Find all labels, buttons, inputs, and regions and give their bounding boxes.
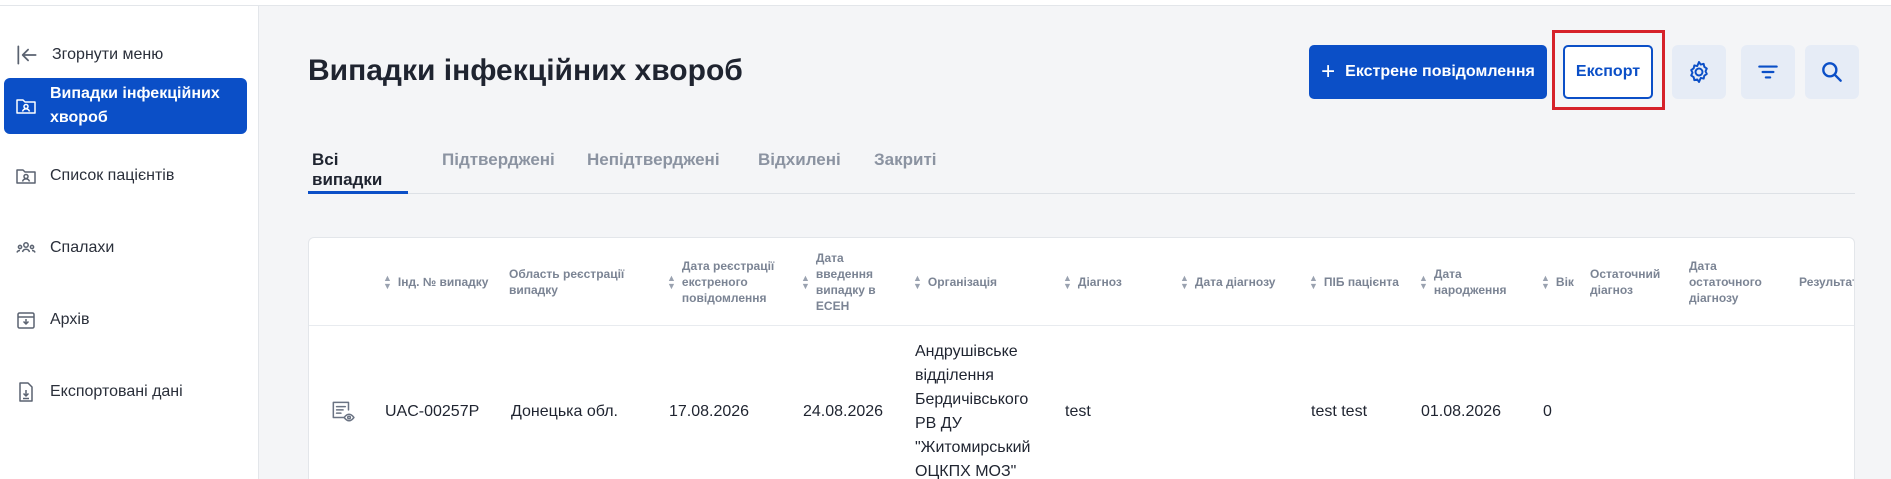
search-icon [1822,62,1842,82]
tab-unconfirmed[interactable]: Непідтверджені [583,146,724,194]
table-header: ▲ ▼ Інд. № випадку Область реєстрації випа… [309,238,1854,326]
column-header-registration-date[interactable]: ▲ ▼ Дата реєстрації екстреного повідомленн… [667,238,777,326]
sort-icon: ▲ ▼ [1541,273,1550,291]
collapse-menu-button[interactable]: Згорнути меню [14,38,163,72]
sidebar: Згорнути меню Випадки інфекційних хвороб… [0,6,259,479]
sort-icon: ▲ ▼ [913,273,922,291]
cell-region: Донецька обл. [511,403,618,420]
sidebar-item-label: Випадки інфекційних хвороб [50,85,220,126]
people-group-icon [16,242,36,253]
sidebar-item-cases[interactable]: Випадки інфекційних хвороб [4,78,247,134]
settings-button[interactable] [1672,45,1726,99]
sort-icon: ▲ ▼ [1309,273,1318,291]
cell-case-id: UAC-00257P [385,403,480,420]
cases-table: ▲ ▼ Інд. № випадку Область реєстрації випа… [308,237,1855,479]
sidebar-item-label: Експортовані дані [50,383,183,400]
emergency-notification-label: Екстрене повідомлення [1345,63,1535,80]
sort-icon: ▲ ▼ [801,273,810,291]
sidebar-item-label: Спалахи [50,239,115,256]
tab-confirmed[interactable]: Підтверджені [438,146,559,194]
column-header-birth-date[interactable]: ▲ ▼ Дата народження [1419,238,1519,326]
sidebar-item-patients[interactable]: Список пацієнтів [4,156,247,196]
cell-birth-date: 01.08.2026 [1421,403,1502,420]
plus-icon: + [1321,58,1336,85]
cell-organization: Андрушівське відділення Бердичівського Р… [915,343,1031,479]
view-case-icon[interactable] [329,398,355,424]
emergency-notification-button[interactable]: + Екстрене повідомлення [1309,45,1547,99]
sidebar-item-label: Архів [50,311,90,328]
page-title: Випадки інфекційних хвороб [308,54,743,87]
cell-entry-date: 24.08.2026 [803,403,884,420]
tab-rejected[interactable]: Відхилені [754,146,845,194]
case-tabs: Всі випадки Підтверджені Непідтверджені … [308,146,1855,194]
cell-registration-date: 17.08.2026 [669,403,750,420]
filter-button[interactable] [1741,45,1795,99]
tab-closed[interactable]: Закриті [870,146,941,194]
export-button[interactable]: Експорт [1563,45,1653,99]
column-header-diagnosis[interactable]: ▲ ▼ Діагноз [1063,238,1143,326]
column-header-final-diagnosis[interactable]: Остаточний діагноз [1590,238,1670,326]
column-header-region[interactable]: Область реєстрації випадку [509,238,639,326]
sort-icon: ▲ ▼ [1063,273,1072,291]
cell-patient-name: test test [1311,403,1368,420]
collapse-menu-label: Згорнути меню [52,46,164,63]
search-button[interactable] [1805,45,1859,99]
sidebar-item-archive[interactable]: Архів [4,300,247,340]
folder-user-icon [16,99,36,114]
file-download-icon [19,382,33,402]
column-header-final-diagnosis-date[interactable]: Дата остаточного діагнозу [1689,238,1774,326]
column-header-diagnosis-date[interactable]: ▲ ▼ Дата діагнозу [1180,238,1290,326]
column-header-entry-date[interactable]: ▲ ▼ Дата введення випадку в ЕСЕН [801,238,881,326]
column-header-age[interactable]: ▲ ▼ Вік [1541,238,1581,326]
sort-icon: ▲ ▼ [667,273,676,291]
tab-all-cases[interactable]: Всі випадки [308,146,408,194]
cell-age: 0 [1543,403,1552,420]
sidebar-item-outbreaks[interactable]: Спалахи [4,228,247,268]
archive-icon [17,312,35,329]
column-header-patient-name[interactable]: ▲ ▼ ПІБ пацієнта [1309,238,1419,326]
folder-list-icon [16,169,36,184]
sort-icon: ▲ ▼ [1180,273,1189,291]
sort-icon: ▲ ▼ [1419,273,1428,291]
filter-icon [1758,65,1778,79]
collapse-left-icon [17,45,37,65]
column-header-case-id[interactable]: ▲ ▼ Інд. № випадку [383,238,489,326]
sort-icon: ▲ ▼ [383,273,392,291]
gear-icon [1690,61,1708,83]
sidebar-item-exported[interactable]: Експортовані дані [4,372,247,412]
main-content: Випадки інфекційних хвороб + Екстрене по… [260,6,1891,479]
cell-diagnosis: test [1065,403,1091,420]
column-header-result[interactable]: Результат [1799,238,1854,326]
sidebar-item-label: Список пацієнтів [50,167,175,184]
column-header-organization[interactable]: ▲ ▼ Організація [913,238,1023,326]
